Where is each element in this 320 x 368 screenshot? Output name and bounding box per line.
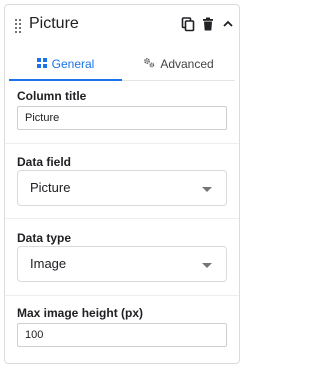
section-divider (5, 218, 239, 219)
data-type-label: Data type (17, 231, 72, 245)
column-title-input[interactable] (17, 106, 227, 130)
panel-title: Picture (29, 15, 79, 32)
drag-handle-icon[interactable] (15, 19, 21, 33)
copy-icon[interactable] (180, 16, 196, 32)
column-settings-panel: Picture General Advanced Column title Pi… (4, 4, 240, 364)
settings-tabs: General Advanced (9, 49, 235, 81)
column-title-label: Column title (17, 89, 87, 103)
tab-general-label: General (51, 57, 95, 71)
tab-advanced-label: Advanced (160, 57, 214, 71)
delete-icon[interactable] (200, 16, 216, 32)
gears-icon (143, 49, 155, 79)
tab-advanced[interactable]: Advanced (122, 49, 235, 81)
max-image-height-input[interactable] (17, 323, 227, 347)
data-field-value: Picture (30, 180, 71, 195)
data-field-select[interactable]: Picture (17, 170, 227, 206)
data-type-value: Image (30, 256, 67, 271)
dropdown-arrow-icon (202, 263, 212, 268)
max-image-height-label: Max image height (px) (17, 306, 144, 320)
tab-general[interactable]: General (9, 49, 122, 81)
active-tab-indicator (9, 79, 122, 81)
data-type-select[interactable]: Image (17, 246, 227, 282)
section-divider (5, 143, 239, 144)
panel-header: Picture (5, 5, 239, 45)
chevron-up-icon[interactable] (220, 16, 236, 32)
section-divider (5, 295, 239, 296)
grid-icon (36, 49, 47, 79)
dropdown-arrow-icon (202, 187, 212, 192)
data-field-label: Data field (17, 155, 72, 169)
